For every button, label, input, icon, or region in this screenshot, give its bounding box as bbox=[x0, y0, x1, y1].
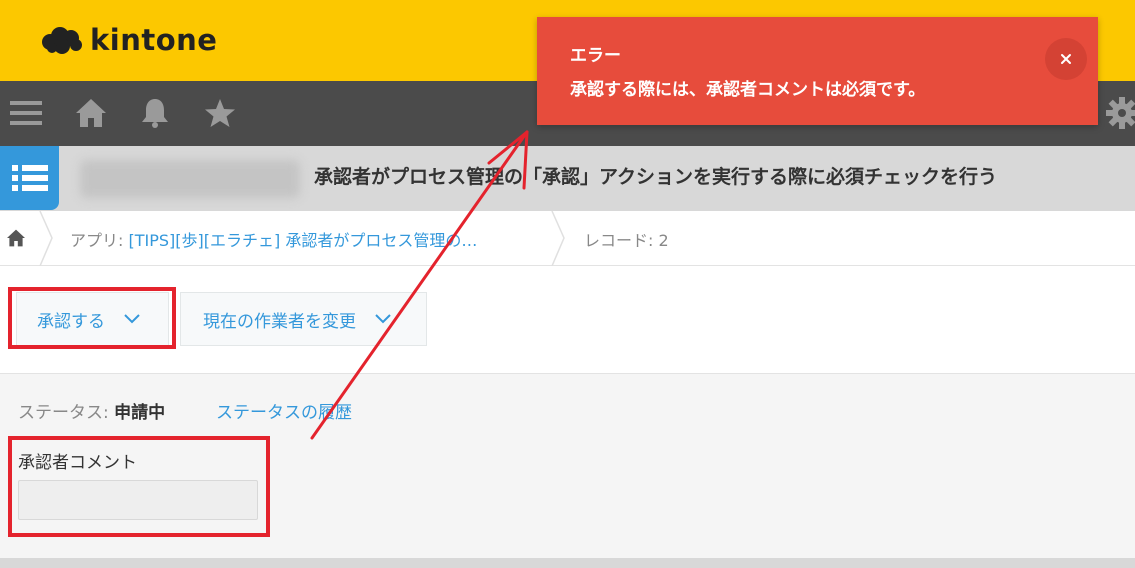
breadcrumb-record: レコード: 2 bbox=[584, 231, 669, 250]
toast-message: 承認する際には、承認者コメントは必須です。 bbox=[570, 80, 926, 100]
annotation-box-approve bbox=[8, 287, 176, 349]
bell-icon[interactable] bbox=[137, 95, 173, 131]
status-history-link[interactable]: ステータスの履歴 bbox=[216, 398, 352, 423]
chevron-down-icon bbox=[375, 314, 391, 324]
status-value: 申請中 bbox=[114, 403, 166, 423]
breadcrumb: アプリ: [TIPS][歩][エラチェ] 承認者がプロセス管理の… レコード: … bbox=[0, 211, 1135, 266]
breadcrumb-app[interactable]: アプリ: [TIPS][歩][エラチェ] 承認者がプロセス管理の… bbox=[70, 227, 477, 251]
error-toast: エラー 承認する際には、承認者コメントは必須です。 bbox=[537, 17, 1098, 125]
menu-icon[interactable] bbox=[8, 95, 44, 131]
breadcrumb-separator bbox=[39, 211, 53, 266]
toast-title: エラー bbox=[570, 46, 621, 66]
star-icon[interactable] bbox=[202, 95, 238, 131]
status-line: ステータス: 申請中 bbox=[18, 398, 165, 423]
annotation-box-comment bbox=[8, 436, 270, 537]
cloud-icon bbox=[42, 27, 82, 54]
breadcrumb-app-link[interactable]: [TIPS][歩][エラチェ] 承認者がプロセス管理の… bbox=[128, 231, 477, 250]
app-list-icon[interactable] bbox=[0, 146, 59, 210]
change-assignee-button[interactable]: 現在の作業者を変更 bbox=[180, 292, 427, 346]
kintone-logo[interactable]: kintone bbox=[40, 20, 217, 60]
change-assignee-label: 現在の作業者を変更 bbox=[203, 311, 356, 332]
app-title: 承認者がプロセス管理の「承認」アクションを実行する際に必須チェックを行う bbox=[314, 166, 998, 188]
close-icon bbox=[1061, 54, 1071, 64]
breadcrumb-separator bbox=[551, 211, 565, 266]
home-icon[interactable] bbox=[73, 95, 109, 131]
status-label: ステータス: bbox=[18, 403, 115, 423]
bottom-divider bbox=[0, 558, 1135, 568]
breadcrumb-app-prefix: アプリ: bbox=[70, 231, 129, 250]
toast-close-button[interactable] bbox=[1045, 38, 1087, 80]
gear-icon[interactable] bbox=[1104, 95, 1135, 131]
brand-name: kintone bbox=[90, 23, 218, 57]
home-icon[interactable] bbox=[6, 229, 26, 251]
blurred-space-name bbox=[80, 160, 300, 198]
